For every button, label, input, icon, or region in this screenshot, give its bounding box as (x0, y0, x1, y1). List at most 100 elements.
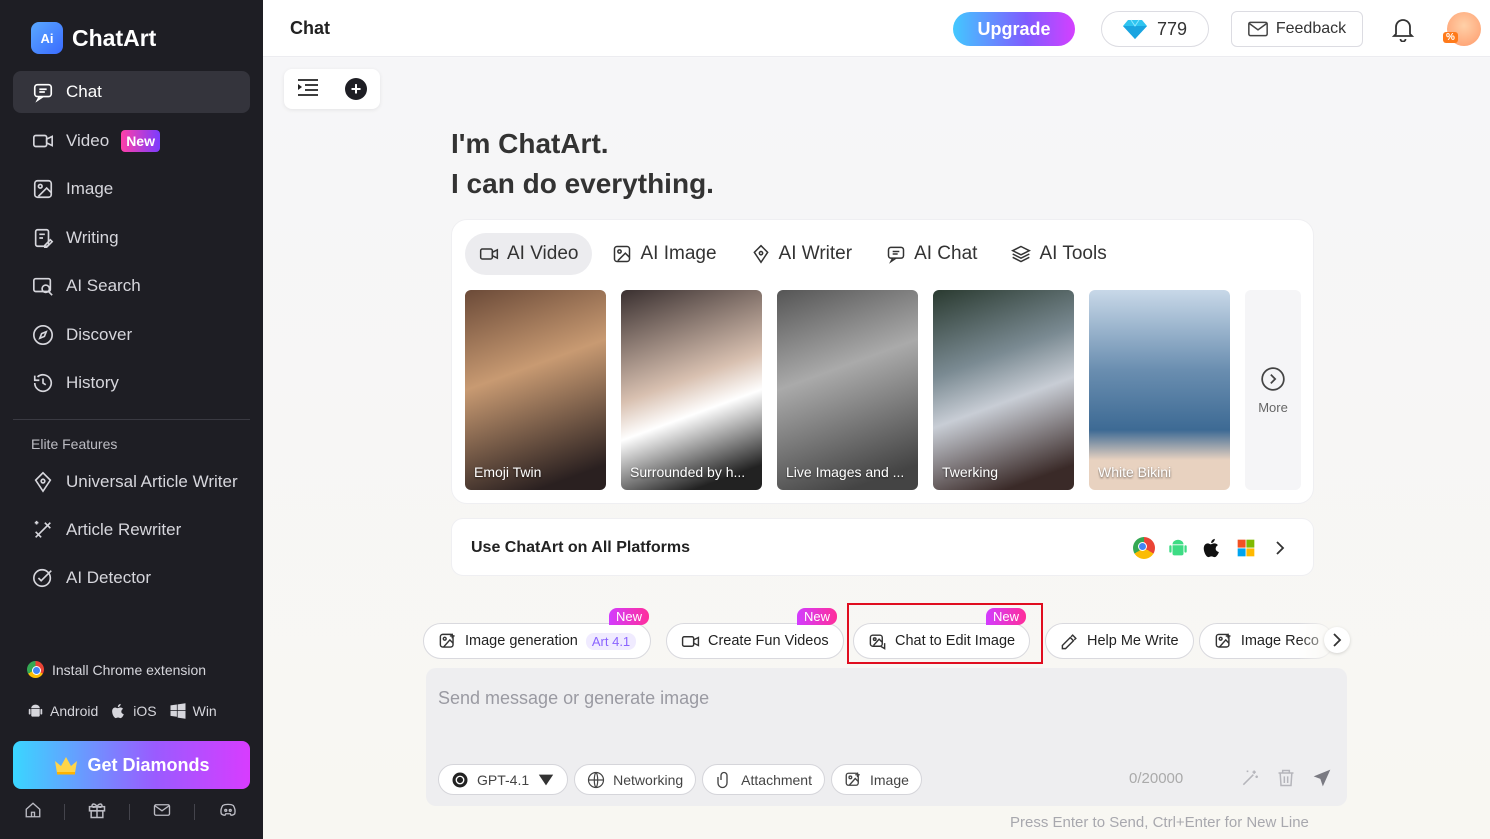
model-selector[interactable]: GPT-4.1 (438, 764, 569, 795)
char-counter: 0/20000 (1129, 770, 1184, 787)
new-chat-plus-icon[interactable]: + (345, 78, 367, 100)
apple-icon (112, 703, 125, 719)
install-chrome-extension[interactable]: Install Chrome extension (27, 661, 206, 678)
tab-label: AI Video (507, 243, 579, 264)
chip-create-fun-videos[interactable]: Create Fun Videos New (666, 608, 844, 659)
sidebar-item-universal-article-writer[interactable]: Universal Article Writer (13, 461, 250, 503)
platform-android[interactable]: Android (27, 702, 98, 720)
tab-ai-chat[interactable]: AI Chat (872, 233, 991, 275)
feedback-button[interactable]: Feedback (1231, 11, 1363, 47)
all-platforms-bar[interactable]: Use ChatArt on All Platforms (451, 518, 1314, 576)
model-label: GPT-4.1 (477, 771, 530, 788)
chip-help-me-write[interactable]: Help Me Write (1045, 623, 1194, 659)
avatar[interactable] (1443, 12, 1481, 46)
attachment-button[interactable]: Attachment (702, 764, 825, 795)
home-icon[interactable] (24, 801, 42, 824)
sidebar-item-label: Image (66, 179, 114, 198)
sidebar-item-label: AI Detector (66, 568, 152, 587)
new-badge: New (121, 129, 160, 152)
pen-icon (1061, 633, 1077, 649)
tab-ai-tools[interactable]: AI Tools (997, 233, 1120, 275)
windows-icon (1233, 535, 1259, 561)
template-card[interactable]: White Bikini (1089, 290, 1230, 490)
attachment-label: Attachment (741, 771, 812, 788)
more-templates-button[interactable]: More (1245, 290, 1301, 490)
card-label: Surrounded by h... (630, 464, 746, 480)
pen-icon (32, 471, 54, 493)
app-name: ChatArt (72, 24, 157, 51)
sidebar-item-ai-search[interactable]: AI Search (13, 265, 250, 307)
chip-image-generation[interactable]: Image generation Art 4.1 New (423, 608, 652, 659)
footer-separator (129, 804, 130, 820)
discord-icon[interactable] (217, 801, 239, 824)
tab-ai-writer[interactable]: AI Writer (737, 233, 867, 275)
sidebar: Ai ChatArt Chat Video New Image Writing … (0, 0, 263, 839)
sidebar-item-video[interactable]: Video New (13, 120, 250, 162)
sidebar-item-article-rewriter[interactable]: Article Rewriter (13, 509, 250, 551)
tab-ai-video[interactable]: AI Video (465, 233, 593, 275)
layers-icon (1011, 245, 1032, 263)
gift-icon[interactable] (87, 800, 107, 825)
sidebar-item-discover[interactable]: Discover (13, 314, 250, 356)
networking-toggle[interactable]: Networking (574, 764, 697, 795)
mail-icon (1247, 21, 1268, 37)
openai-icon (452, 772, 468, 787)
trash-icon[interactable] (1276, 768, 1296, 793)
bell-icon[interactable] (1391, 16, 1415, 47)
template-card[interactable]: Twerking (933, 290, 1074, 490)
template-card[interactable]: Surrounded by h... (621, 290, 762, 490)
chip-label: Help Me Write (1087, 633, 1179, 649)
app-logo[interactable]: Ai ChatArt (31, 22, 156, 54)
new-badge: New (797, 608, 838, 625)
diamond-balance[interactable]: 779 (1101, 11, 1209, 47)
sidebar-item-label: Chat (66, 82, 102, 101)
sidebar-item-ai-detector[interactable]: AI Detector (13, 557, 250, 599)
composer-actions (1240, 768, 1332, 793)
message-composer[interactable]: Send message or generate image GPT-4.1 N… (426, 668, 1347, 806)
sidebar-item-writing[interactable]: Writing (13, 217, 250, 259)
chrome-icon (1131, 535, 1157, 561)
card-label: Emoji Twin (474, 464, 542, 480)
chips-scroll-right-button[interactable] (1324, 627, 1350, 653)
sidebar-toggle-icon[interactable] (297, 78, 319, 101)
tab-label: AI Writer (778, 243, 853, 264)
template-card[interactable]: Live Images and ... (777, 290, 918, 490)
sidebar-item-image[interactable]: Image (13, 168, 250, 210)
platform-ios[interactable]: iOS (110, 702, 157, 720)
get-diamonds-label: Get Diamonds (87, 754, 210, 775)
sidebar-item-label: History (66, 373, 119, 392)
logo-mark-icon: Ai (31, 22, 63, 54)
footer-separator (64, 804, 65, 820)
android-icon (1165, 535, 1191, 561)
upgrade-button[interactable]: Upgrade (953, 12, 1075, 46)
android-icon (28, 704, 43, 717)
magic-wand-icon[interactable] (1240, 768, 1260, 793)
page-title: Chat (290, 18, 330, 38)
tab-label: AI Chat (914, 243, 978, 264)
template-cards: Emoji Twin Surrounded by h... Live Image… (465, 290, 1230, 490)
platform-links: Android iOS Win (27, 702, 221, 720)
image-button[interactable]: Image (831, 764, 922, 795)
card-label: Live Images and ... (786, 464, 905, 480)
highlight-annotation (847, 603, 1043, 664)
networking-label: Networking (613, 771, 684, 788)
sidebar-item-chat[interactable]: Chat (13, 71, 250, 113)
composer-tools: GPT-4.1 Networking Attachment Image (438, 764, 922, 795)
category-tabs: AI Video AI Image AI Writer AI Chat AI T… (465, 233, 1121, 275)
image-icon (32, 178, 54, 200)
mail-icon[interactable] (152, 801, 172, 824)
card-label: Twerking (942, 464, 999, 480)
sidebar-item-history[interactable]: History (13, 362, 250, 404)
image-icon (845, 772, 860, 786)
template-card[interactable]: Emoji Twin (465, 290, 606, 490)
paperclip-icon (717, 771, 728, 788)
get-diamonds-button[interactable]: Get Diamonds (13, 741, 250, 789)
platform-win[interactable]: Win (169, 702, 217, 720)
platform-label: iOS (133, 703, 157, 719)
sidebar-item-label: Universal Article Writer (66, 472, 238, 491)
send-icon[interactable] (1312, 768, 1332, 793)
hero-line-1: I'm ChatArt. (451, 128, 609, 159)
tab-ai-image[interactable]: AI Image (598, 233, 730, 275)
message-input[interactable]: Send message or generate image (438, 688, 709, 709)
tab-label: AI Tools (1039, 243, 1107, 264)
